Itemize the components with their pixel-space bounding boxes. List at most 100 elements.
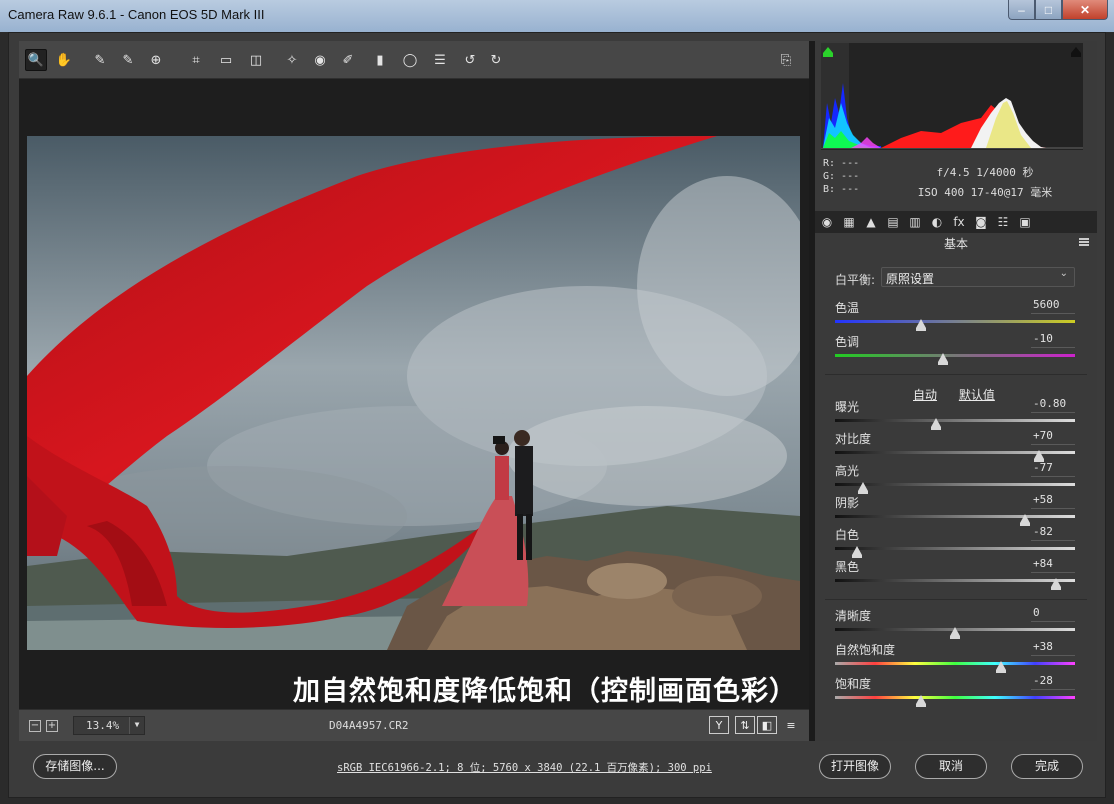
slider-value-field[interactable]: -82 — [1031, 525, 1075, 541]
before-after-toggle-icon[interactable]: Y — [709, 716, 729, 734]
slider-thumb[interactable] — [851, 546, 862, 558]
adjustment-brush-icon[interactable]: ✐ — [337, 49, 359, 71]
slider-track[interactable] — [835, 483, 1075, 486]
open-image-button[interactable]: 打开图像 — [819, 754, 891, 779]
divider — [825, 599, 1087, 600]
basic-tab-icon[interactable]: ◉ — [819, 214, 835, 230]
hand-tool-icon[interactable]: ✋ — [53, 49, 75, 71]
color-sampler-tool-icon[interactable]: ✎ — [117, 49, 139, 71]
maximize-button[interactable]: □ — [1035, 0, 1062, 20]
slider-thumb[interactable] — [916, 319, 927, 331]
panel-tab-bar: ◉ ▦ ▲ ▤ ▥ ◐ fx ◙ ☷ ▣ — [815, 211, 1097, 233]
save-image-button[interactable]: 存储图像... — [33, 754, 117, 779]
split-toning-tab-icon[interactable]: ▥ — [907, 214, 923, 230]
slider-label: 对比度 — [835, 432, 872, 446]
exif-info: f/4.5 1/4000 秒 ISO 400 17-40@17 毫米 — [905, 163, 1065, 203]
slider-track[interactable] — [835, 419, 1075, 422]
slider-thumb[interactable] — [930, 418, 941, 430]
slider-thumb[interactable] — [1034, 450, 1044, 462]
zoom-in-button[interactable]: + — [46, 720, 58, 732]
close-button[interactable]: ✕ — [1062, 0, 1108, 20]
slider-row: 色温 5600 — [835, 298, 1077, 331]
copy-settings-icon[interactable]: ◧ — [757, 716, 777, 734]
rotate-right-icon[interactable]: ↻ — [485, 49, 507, 71]
slider-value-field[interactable]: 0 — [1031, 606, 1075, 622]
slider-thumb[interactable] — [1050, 578, 1061, 590]
photo-preview — [27, 136, 800, 650]
adjustment-panel: R: --- G: --- B: --- f/4.5 1/4000 秒 ISO … — [815, 41, 1097, 741]
slider-thumb[interactable] — [938, 353, 948, 365]
slider-thumb[interactable] — [995, 661, 1006, 673]
window-titlebar: Camera Raw 9.6.1 - Canon EOS 5D Mark III… — [0, 0, 1114, 32]
zoom-tool-icon[interactable]: 🔍 — [25, 49, 47, 71]
slider-value-field[interactable]: +58 — [1031, 493, 1075, 509]
slider-track[interactable] — [835, 320, 1075, 323]
white-balance-label: 白平衡: — [835, 273, 876, 287]
minimize-button[interactable]: – — [1008, 0, 1035, 20]
targeted-adjustment-tool-icon[interactable]: ⊕ — [145, 49, 167, 71]
cancel-button[interactable]: 取消 — [915, 754, 987, 779]
slider-track[interactable] — [835, 515, 1075, 518]
slider-row: 黑色 +84 — [835, 557, 1077, 590]
slider-track[interactable] — [835, 579, 1075, 582]
zoom-out-button[interactable]: − — [29, 720, 41, 732]
slider-value-field[interactable]: -10 — [1031, 332, 1075, 348]
crop-tool-icon[interactable]: ⌗ — [185, 49, 207, 71]
white-balance-tool-icon[interactable]: ✎ — [89, 49, 111, 71]
toggle-settings-icon[interactable]: ≡ — [781, 716, 801, 734]
slider-track[interactable] — [835, 354, 1075, 357]
slider-label: 自然饱和度 — [835, 643, 896, 657]
spot-removal-tool-icon[interactable]: ✧ — [281, 49, 303, 71]
done-button[interactable]: 完成 — [1011, 754, 1083, 779]
graduated-filter-icon[interactable]: ▮ — [369, 49, 391, 71]
hsl-tab-icon[interactable]: ▤ — [885, 214, 901, 230]
window-title: Camera Raw 9.6.1 - Canon EOS 5D Mark III — [8, 7, 265, 22]
effects-tab-icon[interactable]: fx — [951, 214, 967, 230]
lens-corrections-tab-icon[interactable]: ◐ — [929, 214, 945, 230]
slider-thumb[interactable] — [950, 627, 960, 639]
slider-track[interactable] — [835, 662, 1075, 665]
divider — [825, 374, 1087, 375]
rotate-left-icon[interactable]: ↺ — [459, 49, 481, 71]
radial-filter-icon[interactable]: ◯ — [399, 49, 421, 71]
zoom-level-select[interactable]: 13.4% ▼ — [73, 716, 145, 735]
b-value: B: --- — [823, 184, 860, 195]
slider-thumb[interactable] — [916, 695, 927, 707]
workflow-options-link[interactable]: sRGB IEC61966-2.1; 8 位; 5760 x 3840 (22.… — [337, 760, 712, 775]
slider-row: 自然饱和度 +38 — [835, 640, 1077, 673]
tone-curve-tab-icon[interactable]: ▦ — [841, 214, 857, 230]
slider-label: 黑色 — [835, 560, 860, 574]
red-eye-removal-tool-icon[interactable]: ◉ — [309, 49, 331, 71]
g-value: G: --- — [823, 171, 860, 182]
histogram-graph — [821, 43, 1083, 149]
slider-thumb[interactable] — [1019, 514, 1030, 526]
white-balance-select[interactable]: 原照设置 ⌄ — [881, 267, 1075, 287]
transform-tool-icon[interactable]: ◫ — [245, 49, 267, 71]
white-balance-value: 原照设置 — [886, 272, 935, 286]
preferences-icon[interactable]: ☰ — [429, 49, 451, 71]
presets-tab-icon[interactable]: ☷ — [995, 214, 1011, 230]
slider-track[interactable] — [835, 547, 1075, 550]
highlight-clipping-warning-icon[interactable] — [1071, 47, 1081, 57]
fullscreen-toggle-icon[interactable]: ⎘ — [775, 49, 797, 71]
camera-calibration-tab-icon[interactable]: ◙ — [973, 214, 989, 230]
shadow-clipping-warning-icon[interactable] — [823, 47, 833, 57]
slider-value-field[interactable]: -0.80 — [1031, 397, 1075, 413]
slider-value-field[interactable]: 5600 — [1031, 298, 1075, 314]
slider-thumb[interactable] — [857, 482, 868, 494]
slider-track[interactable] — [835, 696, 1075, 699]
slider-value-field[interactable]: -77 — [1031, 461, 1075, 477]
panel-menu-icon[interactable] — [1079, 238, 1089, 246]
detail-tab-icon[interactable]: ▲ — [863, 214, 879, 230]
image-preview-area: 加自然饱和度降低饱和（控制画面色彩） — [19, 79, 809, 709]
histogram — [821, 43, 1083, 150]
straighten-tool-icon[interactable]: ▭ — [215, 49, 237, 71]
swap-settings-icon[interactable]: ⇅ — [735, 716, 755, 734]
slider-value-field[interactable]: -28 — [1031, 674, 1075, 690]
slider-value-field[interactable]: +84 — [1031, 557, 1075, 573]
slider-value-field[interactable]: +38 — [1031, 640, 1075, 656]
snapshots-tab-icon[interactable]: ▣ — [1017, 214, 1033, 230]
slider-row: 对比度 +70 — [835, 429, 1077, 462]
tool-bar: 🔍 ✋ ✎ ✎ ⊕ ⌗ ▭ ◫ ✧ ◉ ✐ ▮ ◯ ☰ ↺ ↻ — [19, 41, 809, 79]
slider-value-field[interactable]: +70 — [1031, 429, 1075, 445]
